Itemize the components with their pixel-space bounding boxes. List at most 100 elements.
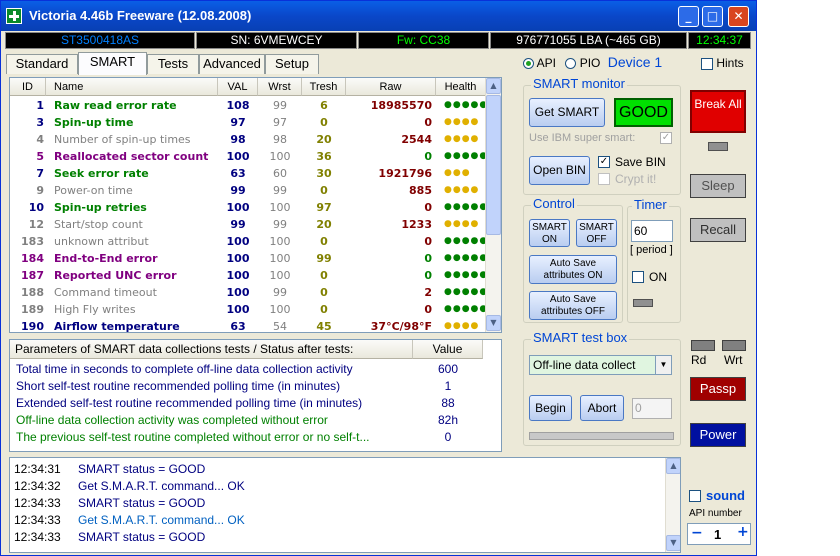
timer-input[interactable]: 60 bbox=[631, 220, 673, 242]
test-progress-bar bbox=[529, 432, 674, 440]
begin-button[interactable]: Begin bbox=[529, 395, 572, 421]
tab-standard[interactable]: Standard bbox=[6, 54, 78, 74]
scroll-up-icon[interactable]: ▲ bbox=[486, 78, 501, 94]
scroll-down-icon[interactable]: ▼ bbox=[486, 315, 501, 331]
decrement-icon[interactable]: − bbox=[691, 525, 703, 541]
attr-name: Number of spin-up times bbox=[54, 133, 191, 146]
attr-name: Airflow temperature bbox=[54, 320, 180, 333]
drive-serial: SN: 6VMEWCEY bbox=[196, 32, 357, 49]
test-type-select[interactable]: Off-line data collect ▼ bbox=[529, 355, 672, 375]
col-header-tresh[interactable]: Tresh bbox=[302, 78, 346, 96]
table-row[interactable]: 190 Airflow temperature 63 54 45 37°C/98°F ●●●… bbox=[10, 318, 500, 333]
attr-id: 5 bbox=[36, 150, 44, 163]
attr-tresh: 0 bbox=[320, 269, 328, 282]
params-header: Parameters of SMART data collections tes… bbox=[10, 340, 413, 359]
tab-smart[interactable]: SMART bbox=[78, 52, 147, 75]
power-button[interactable]: Power bbox=[690, 423, 746, 447]
hints-toggle[interactable]: Hints bbox=[701, 56, 744, 70]
recall-button[interactable]: Recall bbox=[690, 218, 746, 242]
table-row[interactable]: 184 End-to-End error 100 100 99 0 ●●●●● bbox=[10, 250, 500, 267]
api-radio[interactable] bbox=[523, 58, 534, 70]
log-entry: 12:34:33 SMART status = GOOD bbox=[14, 495, 205, 512]
attr-val: 100 bbox=[226, 252, 250, 265]
attr-name: Start/stop count bbox=[54, 218, 143, 231]
table-row[interactable]: 3 Spin-up time 97 97 0 0 ●●●● bbox=[10, 114, 500, 131]
save-bin-checkbox[interactable]: ✓ bbox=[598, 156, 610, 168]
table-row[interactable]: 183 unknown attribut 100 100 0 0 ●●●●● bbox=[10, 233, 500, 250]
attr-raw: 0 bbox=[424, 235, 432, 248]
crypt-checkbox[interactable] bbox=[598, 173, 610, 185]
minimize-button[interactable]: _ bbox=[678, 6, 699, 27]
api-number-value: 1 bbox=[714, 527, 722, 542]
maximize-button[interactable]: □ bbox=[702, 6, 723, 27]
increment-icon[interactable]: + bbox=[737, 524, 749, 540]
attr-raw: 2544 bbox=[401, 133, 432, 146]
col-header-id[interactable]: ID bbox=[10, 78, 46, 96]
table-row[interactable]: 4 Number of spin-up times 98 98 20 2544 ●●●● bbox=[10, 131, 500, 148]
tab-tests[interactable]: Tests bbox=[147, 54, 199, 74]
log-message: SMART status = GOOD bbox=[78, 530, 206, 544]
ibm-smart-checkbox[interactable]: ✓ bbox=[660, 132, 672, 144]
passp-button[interactable]: Passp bbox=[690, 377, 746, 401]
sound-checkbox[interactable] bbox=[689, 490, 701, 502]
col-header-val[interactable]: VAL bbox=[218, 78, 258, 96]
table-row[interactable]: 1 Raw read error rate 108 99 6 18985570 ●●●●● bbox=[10, 97, 500, 114]
log-scrollbar[interactable]: ▲ ▼ bbox=[665, 458, 680, 552]
api-number-stepper[interactable]: − 1 + bbox=[687, 523, 751, 545]
log-scroll-up-icon[interactable]: ▲ bbox=[666, 458, 680, 474]
col-header-wrst[interactable]: Wrst bbox=[258, 78, 302, 96]
param-value: 1 bbox=[444, 379, 452, 393]
break-all-button[interactable]: Break All bbox=[690, 90, 746, 133]
log-message: SMART status = GOOD bbox=[78, 496, 206, 510]
log-message: Get S.M.A.R.T. command... OK bbox=[78, 513, 245, 527]
hints-checkbox[interactable] bbox=[701, 57, 713, 70]
attr-tresh: 36 bbox=[316, 150, 332, 163]
drive-model: ST3500418AS bbox=[5, 32, 195, 49]
close-button[interactable]: ✕ bbox=[728, 6, 749, 27]
attr-raw: 885 bbox=[409, 184, 432, 197]
log-scroll-down-icon[interactable]: ▼ bbox=[666, 535, 680, 551]
rd-indicator bbox=[691, 340, 715, 351]
table-scrollbar[interactable]: ▲ ▼ bbox=[485, 78, 501, 332]
log-time: 12:34:33 bbox=[14, 496, 61, 510]
attr-name: Power-on time bbox=[54, 184, 133, 197]
abort-button[interactable]: Abort bbox=[580, 395, 624, 421]
get-smart-button[interactable]: Get SMART bbox=[529, 98, 605, 127]
param-value: 600 bbox=[437, 362, 459, 376]
table-row[interactable]: 12 Start/stop count 99 99 20 1233 ●●●● bbox=[10, 216, 500, 233]
tab-advanced[interactable]: Advanced bbox=[199, 54, 265, 74]
timer-on-checkbox[interactable] bbox=[632, 271, 644, 283]
attr-raw: 1233 bbox=[401, 218, 432, 231]
sound-label: sound bbox=[706, 488, 745, 503]
table-row[interactable]: 187 Reported UNC error 100 100 0 0 ●●●●● bbox=[10, 267, 500, 284]
attr-wrst: 100 bbox=[269, 269, 291, 282]
log-time: 12:34:33 bbox=[14, 530, 61, 544]
col-header-health[interactable]: Health bbox=[436, 78, 486, 96]
smart-on-button[interactable]: SMART ON bbox=[529, 219, 570, 247]
col-header-name[interactable]: Name bbox=[46, 78, 218, 96]
pio-radio[interactable] bbox=[565, 58, 577, 70]
autosave-off-button[interactable]: Auto Save attributes OFF bbox=[529, 291, 617, 320]
table-row[interactable]: 9 Power-on time 99 99 0 885 ●●●● bbox=[10, 182, 500, 199]
param-label: The previous self-test routine completed… bbox=[16, 430, 370, 444]
chevron-down-icon[interactable]: ▼ bbox=[655, 356, 671, 374]
table-row[interactable]: 10 Spin-up retries 100 100 97 0 ●●●●● bbox=[10, 199, 500, 216]
smart-off-button[interactable]: SMART OFF bbox=[576, 219, 617, 247]
col-header-raw[interactable]: Raw bbox=[346, 78, 436, 96]
scroll-thumb[interactable] bbox=[486, 95, 501, 235]
attr-wrst: 54 bbox=[273, 320, 287, 333]
save-bin-label: Save BIN bbox=[615, 155, 666, 169]
table-row[interactable]: 7 Seek error rate 63 60 30 1921796 ●●● bbox=[10, 165, 500, 182]
sleep-button[interactable]: Sleep bbox=[690, 174, 746, 198]
table-row[interactable]: 189 High Fly writes 100 100 0 0 ●●●●● bbox=[10, 301, 500, 318]
attr-tresh: 30 bbox=[316, 167, 332, 180]
autosave-on-button[interactable]: Auto Save attributes ON bbox=[529, 255, 617, 284]
table-row[interactable]: 188 Command timeout 100 99 0 2 ●●●●● bbox=[10, 284, 500, 301]
table-row[interactable]: 5 Reallocated sector count 100 100 36 0 ●●●●● bbox=[10, 148, 500, 165]
open-bin-button[interactable]: Open BIN bbox=[529, 156, 590, 185]
timer-period-label: [ period ] bbox=[630, 244, 673, 256]
attr-tresh: 0 bbox=[320, 116, 328, 129]
tab-setup[interactable]: Setup bbox=[265, 54, 319, 74]
log-time: 12:34:31 bbox=[14, 462, 61, 476]
device-label[interactable]: Device 1 bbox=[608, 54, 662, 70]
